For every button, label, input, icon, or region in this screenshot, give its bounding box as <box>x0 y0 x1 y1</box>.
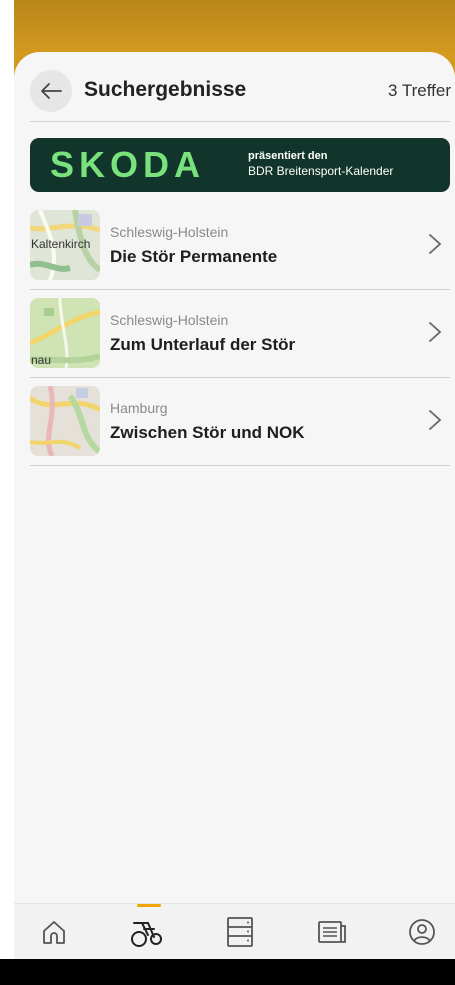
sponsor-banner[interactable]: SKODA präsentiert den BDR Breitensport-K… <box>30 138 450 192</box>
route-map-thumbnail: nau <box>30 298 100 368</box>
banner-text: präsentiert den BDR Breitensport-Kalende… <box>248 149 393 179</box>
left-edge <box>0 0 14 985</box>
cyclist-icon <box>131 922 162 947</box>
route-map-thumbnail <box>30 386 100 456</box>
result-region: Schleswig-Holstein <box>110 312 229 328</box>
result-name: Zum Unterlauf der Stör <box>110 335 296 354</box>
server-list-icon <box>227 917 253 947</box>
skoda-logo: SKODA <box>50 144 206 185</box>
result-name: Zwischen Stör und NOK <box>110 423 305 442</box>
svg-text:Kaltenkirch: Kaltenkirch <box>31 237 90 251</box>
bottom-tab-bar <box>14 903 455 959</box>
chevron-right-icon <box>429 410 442 430</box>
results-list: Kaltenkirch Schleswig-Holstein Die Stör … <box>30 202 450 466</box>
home-icon <box>43 921 65 944</box>
svg-text:nau: nau <box>31 353 51 367</box>
system-navigation-bar <box>0 959 455 985</box>
tab-news[interactable] <box>314 914 350 950</box>
result-row[interactable]: Kaltenkirch Schleswig-Holstein Die Stör … <box>30 202 450 290</box>
result-region: Hamburg <box>110 400 168 416</box>
banner-line-1: präsentiert den <box>248 150 328 162</box>
hit-count: 3 Treffer <box>388 81 451 100</box>
back-button[interactable] <box>30 70 72 112</box>
result-region: Schleswig-Holstein <box>110 224 229 240</box>
result-row[interactable]: nau Schleswig-Holstein Zum Unterlauf der… <box>30 290 450 378</box>
tab-home[interactable] <box>36 914 72 950</box>
tab-events[interactable] <box>129 914 165 950</box>
news-icon <box>318 921 346 943</box>
result-name: Die Stör Permanente <box>110 247 278 266</box>
profile-icon <box>409 919 435 945</box>
arrow-left-icon <box>41 83 62 99</box>
chevron-right-icon <box>429 322 442 342</box>
header: Suchergebnisse 3 Treffer <box>30 68 455 112</box>
chevron-right-icon <box>429 234 442 254</box>
header-divider <box>30 121 450 122</box>
result-row[interactable]: Hamburg Zwischen Stör und NOK <box>30 378 450 466</box>
route-map-thumbnail: Kaltenkirch <box>30 210 100 280</box>
active-tab-indicator <box>137 904 161 907</box>
tab-profile[interactable] <box>404 914 440 950</box>
tab-database[interactable] <box>222 914 258 950</box>
page-title: Suchergebnisse <box>84 78 247 101</box>
banner-line-2: BDR Breitensport-Kalender <box>248 164 394 178</box>
